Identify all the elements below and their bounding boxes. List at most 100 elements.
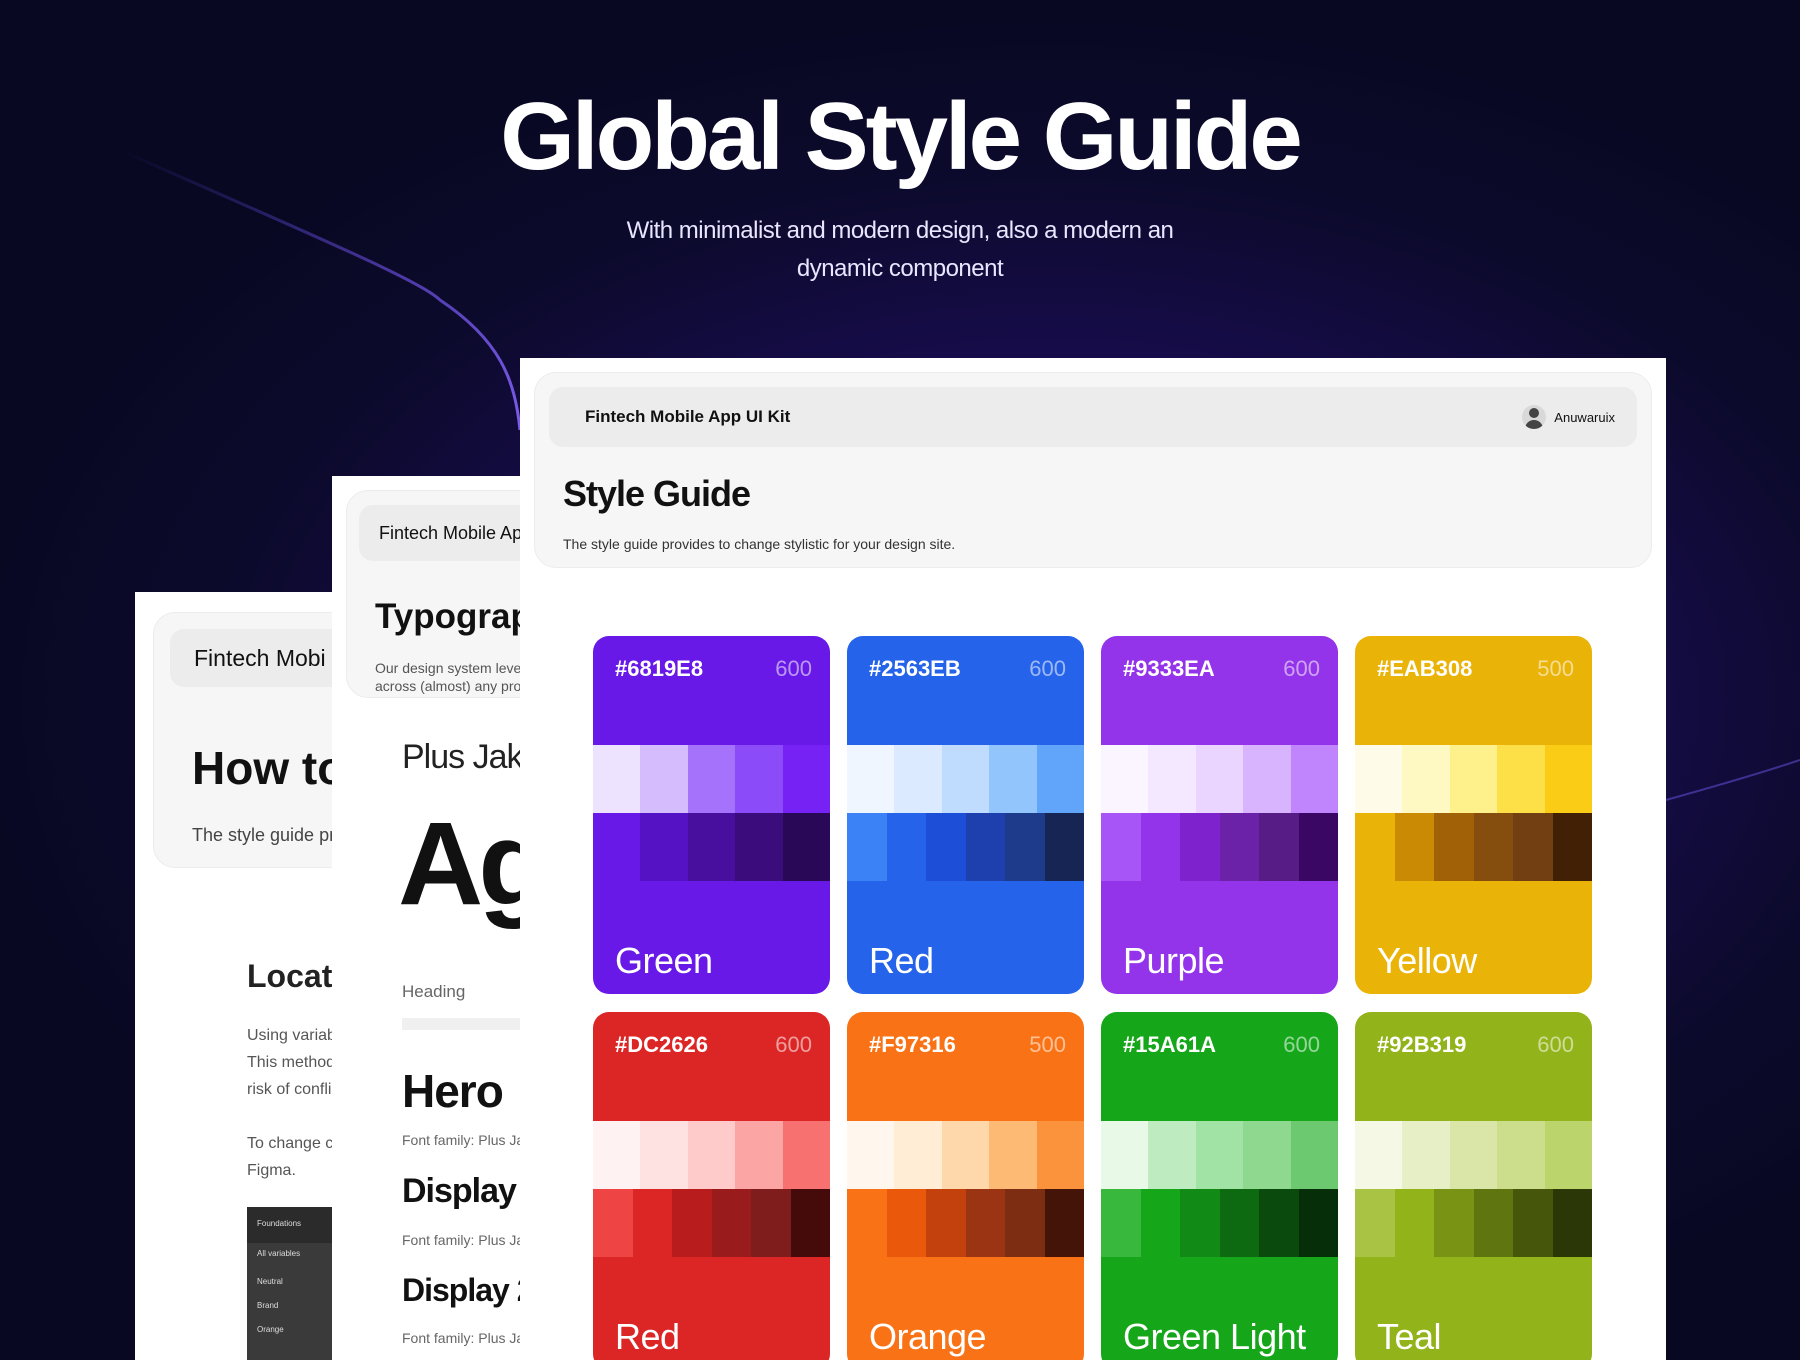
shade-cell[interactable] xyxy=(1195,745,1244,813)
shade-cell[interactable] xyxy=(965,1189,1005,1257)
description-line: across (almost) any projec xyxy=(375,678,522,694)
shade-cell[interactable] xyxy=(1449,745,1498,813)
shade-cell[interactable] xyxy=(1148,745,1196,813)
shade-cell[interactable] xyxy=(1355,813,1395,881)
shade-cell[interactable] xyxy=(782,745,830,813)
shade-cell[interactable] xyxy=(1402,1121,1450,1189)
shade-cell[interactable] xyxy=(1101,745,1149,813)
shade-cell[interactable] xyxy=(1473,813,1513,881)
shade-cell[interactable] xyxy=(1402,745,1450,813)
shade-cell[interactable] xyxy=(894,745,942,813)
shade-cell[interactable] xyxy=(847,745,895,813)
hero-title: Global Style Guide xyxy=(500,83,1303,190)
shade-cell[interactable] xyxy=(1394,1189,1434,1257)
shade-cell[interactable] xyxy=(640,1121,688,1189)
shade-cell[interactable] xyxy=(593,745,641,813)
color-swatch-card[interactable]: #DC2626 600 Red xyxy=(593,1012,830,1360)
shade-cell[interactable] xyxy=(1259,1189,1299,1257)
shade-cell[interactable] xyxy=(886,1189,926,1257)
shade-cell[interactable] xyxy=(1394,813,1434,881)
shade-cell[interactable] xyxy=(941,745,990,813)
shade-cell[interactable] xyxy=(1219,813,1259,881)
shade-cell[interactable] xyxy=(687,1121,736,1189)
shade-cell[interactable] xyxy=(894,1121,942,1189)
shade-cell[interactable] xyxy=(640,813,688,881)
user-chip[interactable]: Anuwaruix xyxy=(1522,405,1615,429)
color-swatch-card[interactable]: #92B319 600 Teal xyxy=(1355,1012,1592,1360)
color-swatch-card[interactable]: #EAB308 500 Yellow xyxy=(1355,636,1592,994)
shade-cell[interactable] xyxy=(1148,1121,1196,1189)
color-swatch-card[interactable]: #F97316 500 Orange xyxy=(847,1012,1084,1360)
shade-cell[interactable] xyxy=(847,813,887,881)
shade-cell[interactable] xyxy=(1259,813,1299,881)
shade-cell[interactable] xyxy=(1298,1189,1338,1257)
color-swatch-card[interactable]: #2563EB 600 Red xyxy=(847,636,1084,994)
shade-cell[interactable] xyxy=(1101,813,1141,881)
shade-cell[interactable] xyxy=(1005,813,1045,881)
shade-cell[interactable] xyxy=(1180,813,1220,881)
shade-cell[interactable] xyxy=(640,745,688,813)
color-swatch-card[interactable]: #15A61A 600 Green Light xyxy=(1101,1012,1338,1360)
shade-cell[interactable] xyxy=(1044,813,1084,881)
shade-cell[interactable] xyxy=(1544,745,1592,813)
screenshot-label: All variables xyxy=(257,1249,301,1258)
shade-cell[interactable] xyxy=(1180,1189,1220,1257)
shade-cell[interactable] xyxy=(1101,1189,1141,1257)
color-swatch-card[interactable]: #6819E8 600 Green xyxy=(593,636,830,994)
shade-cell[interactable] xyxy=(593,813,641,881)
shade-cell[interactable] xyxy=(1449,1121,1498,1189)
shade-cell[interactable] xyxy=(1513,1189,1553,1257)
shade-cell[interactable] xyxy=(886,813,926,881)
shade-cell[interactable] xyxy=(735,1121,783,1189)
shade-cell[interactable] xyxy=(926,813,966,881)
shade-cell[interactable] xyxy=(1195,1121,1244,1189)
shade-cell[interactable] xyxy=(790,1189,830,1257)
shade-cell[interactable] xyxy=(1497,1121,1545,1189)
shade-cell[interactable] xyxy=(1290,1121,1338,1189)
shade-cell[interactable] xyxy=(687,813,736,881)
shade-cell[interactable] xyxy=(1219,1189,1259,1257)
shade-cell[interactable] xyxy=(1355,1189,1395,1257)
shade-cell[interactable] xyxy=(1513,813,1553,881)
shade-cell[interactable] xyxy=(926,1189,966,1257)
color-swatch-card[interactable]: #9333EA 600 Purple xyxy=(1101,636,1338,994)
shade-cell[interactable] xyxy=(1497,745,1545,813)
swatch-light-shades xyxy=(847,1121,1084,1189)
shade-cell[interactable] xyxy=(965,813,1005,881)
shade-cell[interactable] xyxy=(1434,1189,1474,1257)
shade-cell[interactable] xyxy=(1140,1189,1180,1257)
shade-cell[interactable] xyxy=(1044,1189,1084,1257)
shade-cell[interactable] xyxy=(711,1189,751,1257)
shade-cell[interactable] xyxy=(1243,1121,1291,1189)
shade-cell[interactable] xyxy=(1005,1189,1045,1257)
shade-cell[interactable] xyxy=(847,1121,895,1189)
shade-cell[interactable] xyxy=(1355,1121,1403,1189)
shade-cell[interactable] xyxy=(1434,813,1474,881)
shade-cell[interactable] xyxy=(687,745,736,813)
shade-cell[interactable] xyxy=(1355,745,1403,813)
shade-cell[interactable] xyxy=(1552,813,1592,881)
shade-cell[interactable] xyxy=(941,1121,990,1189)
shade-cell[interactable] xyxy=(735,745,783,813)
shade-cell[interactable] xyxy=(989,745,1037,813)
shade-cell[interactable] xyxy=(1290,745,1338,813)
shade-cell[interactable] xyxy=(1140,813,1180,881)
shade-cell[interactable] xyxy=(1552,1189,1592,1257)
shade-cell[interactable] xyxy=(1036,745,1084,813)
shade-cell[interactable] xyxy=(1036,1121,1084,1189)
shade-cell[interactable] xyxy=(632,1189,672,1257)
shade-cell[interactable] xyxy=(1473,1189,1513,1257)
shade-cell[interactable] xyxy=(782,813,830,881)
shade-cell[interactable] xyxy=(751,1189,791,1257)
shade-cell[interactable] xyxy=(1243,745,1291,813)
shade-cell[interactable] xyxy=(989,1121,1037,1189)
shade-cell[interactable] xyxy=(847,1189,887,1257)
shade-cell[interactable] xyxy=(1544,1121,1592,1189)
shade-cell[interactable] xyxy=(1101,1121,1149,1189)
shade-cell[interactable] xyxy=(1298,813,1338,881)
shade-cell[interactable] xyxy=(782,1121,830,1189)
shade-cell[interactable] xyxy=(593,1121,641,1189)
shade-cell[interactable] xyxy=(593,1189,633,1257)
shade-cell[interactable] xyxy=(672,1189,712,1257)
shade-cell[interactable] xyxy=(735,813,783,881)
